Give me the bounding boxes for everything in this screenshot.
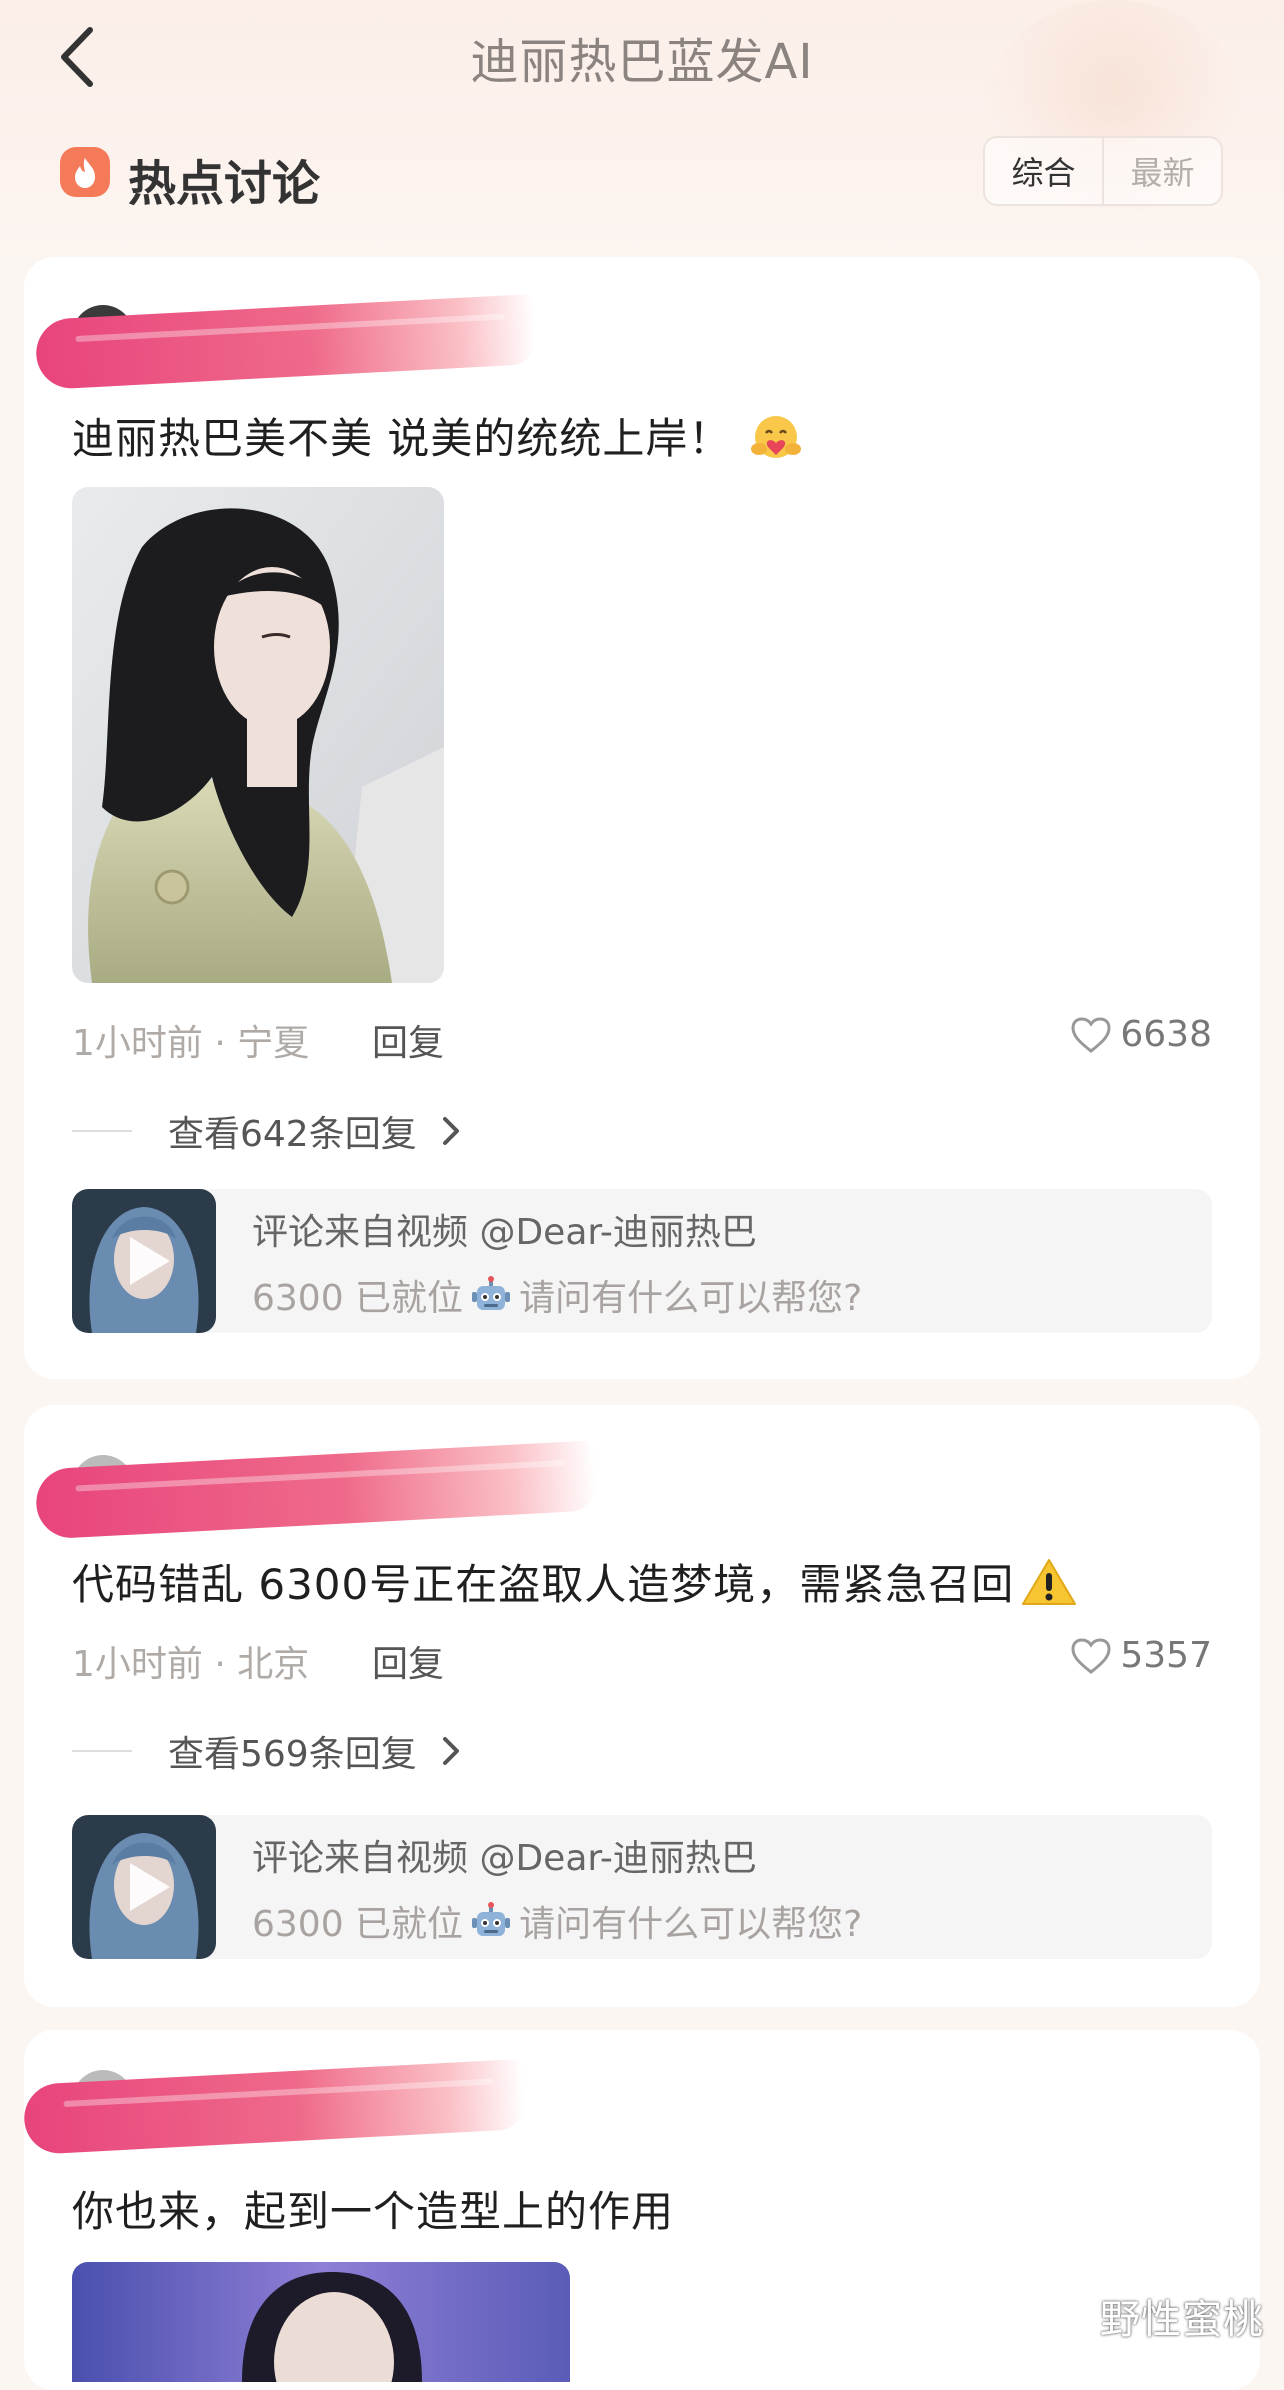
redacted-username: [34, 1440, 598, 1540]
comment-text: 迪丽热巴美不美 说美的统统上岸！: [72, 405, 803, 466]
comment-card: 代码错乱 6300号正在盗取人造梦境，需紧急召回 1小时前 · 北京 回复 53…: [24, 1405, 1260, 2007]
reply-button[interactable]: 回复: [372, 1635, 444, 1687]
divider: [72, 1750, 132, 1752]
like-button[interactable]: 5357: [1070, 1635, 1212, 1676]
reply-button[interactable]: 回复: [372, 1014, 444, 1066]
like-count: 5357: [1120, 1635, 1212, 1676]
section-title: 热点讨论: [128, 156, 321, 212]
comment-text: 代码错乱 6300号正在盗取人造梦境，需紧急召回: [72, 1551, 1078, 1612]
warning-icon: [1022, 1559, 1077, 1605]
time-location: 1小时前 · 宁夏: [72, 1023, 310, 1064]
video-source-card[interactable]: 评论来自视频 @Dear-迪丽热巴 6300 已就位 请问有什么可以帮您?: [72, 1815, 1212, 1959]
robot-icon: [472, 1902, 511, 1936]
hugging-face-emoji: [749, 413, 803, 463]
video-source-card[interactable]: 评论来自视频 @Dear-迪丽热巴 6300 已就位 请问有什么可以帮您?: [72, 1189, 1212, 1333]
sort-toggle: 综合 最新: [983, 136, 1223, 206]
comment-card: 你也来，起到一个造型上的作用: [24, 2030, 1260, 2390]
robot-icon: [472, 1276, 511, 1310]
nav-header: 迪丽热巴蓝发AI: [0, 0, 1284, 120]
heart-icon: [1071, 1016, 1111, 1053]
view-replies-label: 查看642条回复: [168, 1114, 417, 1155]
heart-icon: [1071, 1637, 1111, 1674]
watermark: 野性蜜桃: [1100, 2297, 1264, 2343]
section-header: 热点讨论 综合 最新: [0, 130, 1284, 220]
view-replies-button[interactable]: 查看642条回复: [72, 1105, 471, 1157]
sort-option-latest[interactable]: 最新: [1102, 138, 1221, 204]
chevron-right-icon: [442, 1737, 459, 1765]
sort-option-comprehensive[interactable]: 综合: [985, 138, 1102, 204]
view-replies-button[interactable]: 查看569条回复: [72, 1725, 471, 1777]
comment-photo[interactable]: [72, 487, 444, 983]
video-source-label: 评论来自视频 @Dear-迪丽热巴: [252, 1212, 757, 1253]
time-location: 1小时前 · 北京: [72, 1644, 310, 1685]
video-thumbnail[interactable]: [72, 1189, 216, 1333]
comment-card: 迪丽热巴美不美 说美的统统上岸！ 1小时前 · 宁夏 回复 6638 查看642…: [24, 257, 1260, 1379]
page-title: 迪丽热巴蓝发AI: [470, 34, 814, 90]
like-button[interactable]: 6638: [1070, 1014, 1212, 1055]
divider: [72, 1130, 132, 1132]
view-replies-label: 查看569条回复: [168, 1734, 417, 1775]
comment-photo[interactable]: [72, 2262, 570, 2382]
flame-icon: [60, 147, 110, 197]
video-caption: 6300 已就位 请问有什么可以帮您?: [252, 1902, 863, 1945]
comment-text: 你也来，起到一个造型上的作用: [72, 2187, 675, 2236]
chevron-right-icon: [442, 1117, 459, 1145]
video-thumbnail[interactable]: [72, 1815, 216, 1959]
video-source-label: 评论来自视频 @Dear-迪丽热巴: [252, 1838, 757, 1879]
like-count: 6638: [1120, 1014, 1212, 1055]
video-caption: 6300 已就位 请问有什么可以帮您?: [252, 1276, 863, 1319]
